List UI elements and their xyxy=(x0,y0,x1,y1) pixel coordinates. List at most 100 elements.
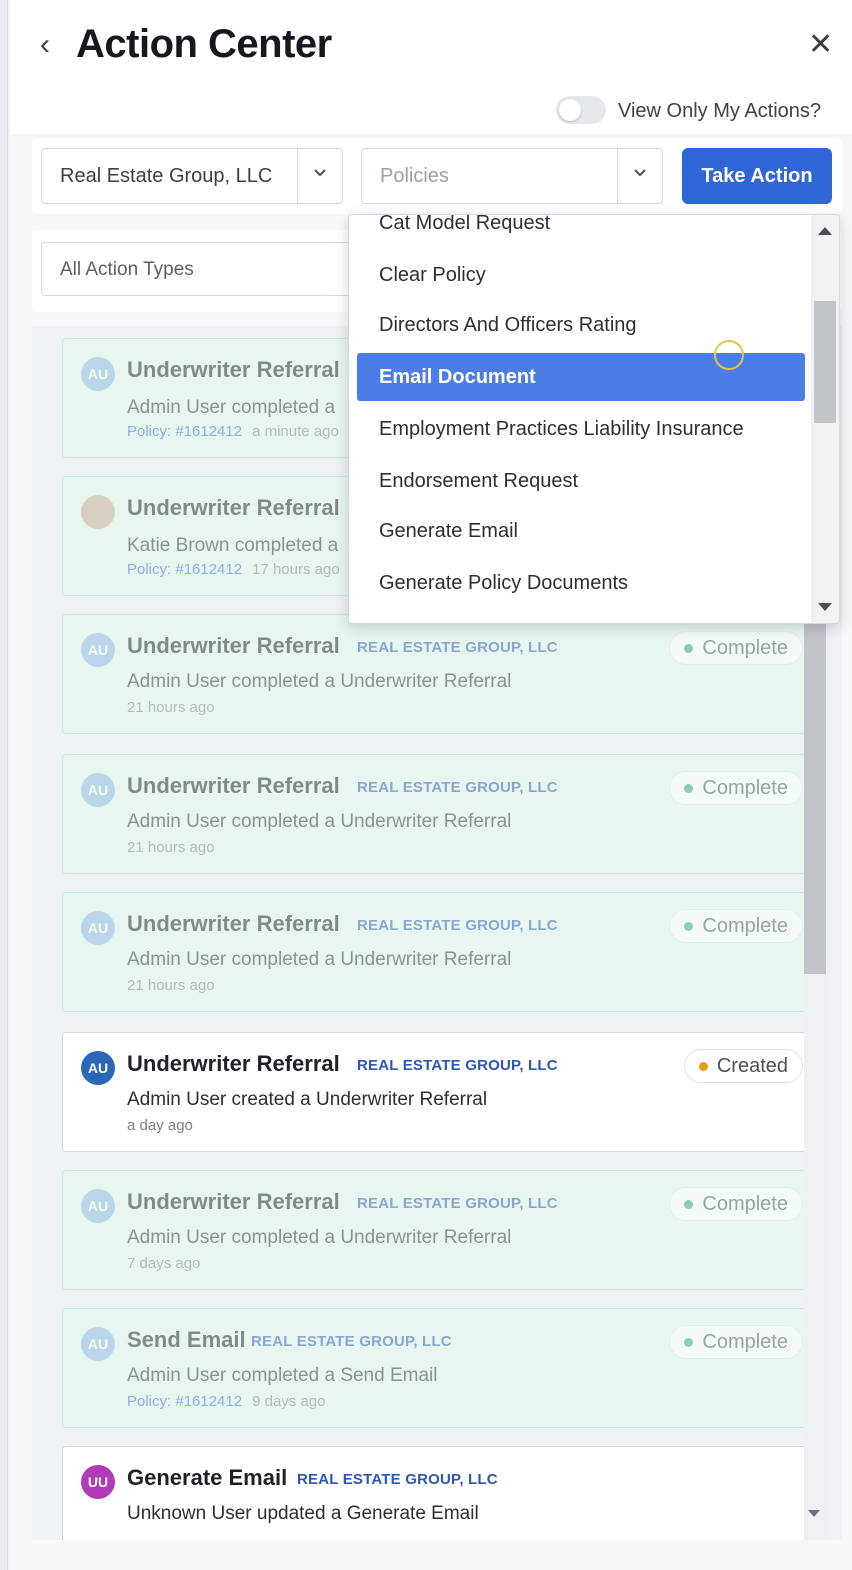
scroll-up-arrow-icon[interactable] xyxy=(818,227,832,235)
action-card[interactable]: AU Underwriter Referral REAL ESTATE GROU… xyxy=(62,892,824,1012)
company-tag[interactable]: REAL ESTATE GROUP, LLC xyxy=(357,1195,558,1212)
avatar: AU xyxy=(81,1327,115,1361)
select-divider xyxy=(297,149,298,203)
status-text: Complete xyxy=(702,1331,788,1353)
company-tag[interactable]: REAL ESTATE GROUP, LLC xyxy=(357,639,558,656)
status-dot xyxy=(684,1338,694,1347)
chevron-down-icon xyxy=(634,169,646,177)
close-icon[interactable]: ✕ xyxy=(808,30,833,60)
policy-link[interactable]: Policy: #1612412 xyxy=(127,423,242,440)
action-meta: Policy: #1612412 9 days ago xyxy=(127,1393,325,1410)
action-meta: 7 days ago xyxy=(127,1255,200,1272)
avatar: AU xyxy=(81,773,115,807)
action-title: Generate Email xyxy=(127,1465,288,1490)
my-actions-label: View Only My Actions? xyxy=(618,100,822,122)
back-chevron-icon[interactable]: ‹ xyxy=(40,30,50,60)
dropdown-item[interactable]: Generate Email xyxy=(357,507,805,555)
avatar: AU xyxy=(81,911,115,945)
company-tag[interactable]: REAL ESTATE GROUP, LLC xyxy=(297,1471,498,1488)
policies-select-placeholder: Policies xyxy=(380,165,449,187)
dropdown-scrollbar[interactable] xyxy=(811,215,839,623)
status-dot xyxy=(684,1200,694,1209)
action-meta: 21 hours ago xyxy=(127,699,215,716)
company-tag[interactable]: REAL ESTATE GROUP, LLC xyxy=(357,1057,558,1074)
action-card[interactable]: AU Underwriter Referral REAL ESTATE GROU… xyxy=(62,614,824,734)
action-types-select[interactable]: All Action Types xyxy=(41,242,361,296)
status-badge: Created xyxy=(683,1049,803,1083)
action-meta: 21 hours ago xyxy=(127,839,215,856)
background-page-edge xyxy=(0,0,8,1570)
action-description: Admin User completed a Underwriter Refer… xyxy=(127,811,512,832)
action-types-value: All Action Types xyxy=(60,259,194,280)
avatar: UU xyxy=(81,1465,115,1499)
company-tag[interactable]: REAL ESTATE GROUP, LLC xyxy=(357,779,558,796)
action-card[interactable]: AU Underwriter Referral REAL ESTATE GROU… xyxy=(62,1032,824,1152)
select-divider xyxy=(617,149,618,203)
dropdown-item[interactable]: Endorsement Request xyxy=(357,457,805,505)
policy-link[interactable]: Policy: #1612412 xyxy=(127,561,242,578)
action-title: Underwriter Referral xyxy=(127,911,340,936)
avatar: AU xyxy=(81,357,115,391)
dropdown-item[interactable]: Directors And Officers Rating xyxy=(357,301,805,349)
policy-link[interactable]: Policy: #1612412 xyxy=(127,1393,242,1410)
action-card[interactable]: AU Underwriter Referral REAL ESTATE GROU… xyxy=(62,754,824,874)
action-description: Katie Brown completed a xyxy=(127,535,339,556)
timestamp: 9 days ago xyxy=(252,1393,326,1410)
action-description: Admin User completed a Underwriter Refer… xyxy=(127,1227,512,1248)
status-dot xyxy=(684,644,694,653)
action-description: Unknown User updated a Generate Email xyxy=(127,1503,479,1524)
status-dot xyxy=(698,1062,708,1071)
company-tag[interactable]: REAL ESTATE GROUP, LLC xyxy=(251,1333,452,1350)
action-title: Underwriter Referral xyxy=(127,773,340,798)
action-description: Admin User created a Underwriter Referra… xyxy=(127,1089,488,1110)
action-meta: 21 hours ago xyxy=(127,977,215,994)
action-meta: Policy: #1612412 17 hours ago xyxy=(127,561,340,578)
status-badge: Complete xyxy=(669,771,803,805)
action-description: Admin User completed a xyxy=(127,397,336,418)
timestamp: a day ago xyxy=(127,1117,193,1134)
action-meta: Policy: #1612412 a minute ago xyxy=(127,423,339,440)
action-description: Admin User completed a Send Email xyxy=(127,1365,438,1386)
action-title: Underwriter Referral xyxy=(127,633,340,658)
company-select[interactable]: Real Estate Group, LLC xyxy=(41,148,343,204)
status-text: Complete xyxy=(702,637,788,659)
timestamp: a minute ago xyxy=(252,423,339,440)
dropdown-item[interactable]: Cat Model Request xyxy=(357,215,805,247)
action-title: Underwriter Referral xyxy=(127,1189,340,1214)
my-actions-toggle[interactable] xyxy=(556,96,606,124)
list-scrollbar[interactable] xyxy=(804,614,828,1540)
status-dot xyxy=(684,922,694,931)
dropdown-scroll-thumb[interactable] xyxy=(814,301,836,423)
timestamp: 17 hours ago xyxy=(252,561,340,578)
take-action-button[interactable]: Take Action xyxy=(682,148,832,204)
avatar: AU xyxy=(81,1189,115,1223)
status-text: Complete xyxy=(702,777,788,799)
page-title: Action Center xyxy=(76,22,332,66)
scroll-down-arrow-icon[interactable] xyxy=(808,1510,820,1517)
action-card[interactable]: AU Send Email REAL ESTATE GROUP, LLC Com… xyxy=(62,1308,824,1428)
toggle-row: View Only My Actions? xyxy=(10,92,852,134)
avatar: AU xyxy=(81,633,115,667)
status-text: Created xyxy=(716,1055,788,1077)
avatar: AU xyxy=(81,1051,115,1085)
company-tag[interactable]: REAL ESTATE GROUP, LLC xyxy=(357,917,558,934)
dropdown-item[interactable]: Generate Policy Documents xyxy=(357,559,805,607)
timestamp: 7 days ago xyxy=(127,1255,201,1272)
action-card[interactable]: AU Underwriter Referral REAL ESTATE GROU… xyxy=(62,1170,824,1290)
list-scroll-thumb[interactable] xyxy=(804,614,826,974)
scroll-down-arrow-icon[interactable] xyxy=(818,603,832,611)
timestamp: 21 hours ago xyxy=(127,839,215,856)
dropdown-item[interactable]: Clear Policy xyxy=(357,251,805,299)
timestamp: 21 hours ago xyxy=(127,699,215,716)
policies-select[interactable]: Policies xyxy=(361,148,663,204)
panel-header: ‹ Action Center ✕ xyxy=(10,0,852,92)
mouse-cursor-indicator xyxy=(714,340,744,370)
action-card[interactable]: UU Generate Email REAL ESTATE GROUP, LLC… xyxy=(62,1446,824,1540)
action-title: Underwriter Referral xyxy=(127,1051,340,1076)
toggle-knob xyxy=(559,99,581,121)
status-dot xyxy=(684,784,694,793)
dropdown-item[interactable]: Employment Practices Liability Insurance xyxy=(357,405,805,453)
action-meta: a day ago xyxy=(127,1117,193,1134)
action-title: Send Email xyxy=(127,1327,246,1352)
action-title: Underwriter Referral xyxy=(127,495,340,520)
